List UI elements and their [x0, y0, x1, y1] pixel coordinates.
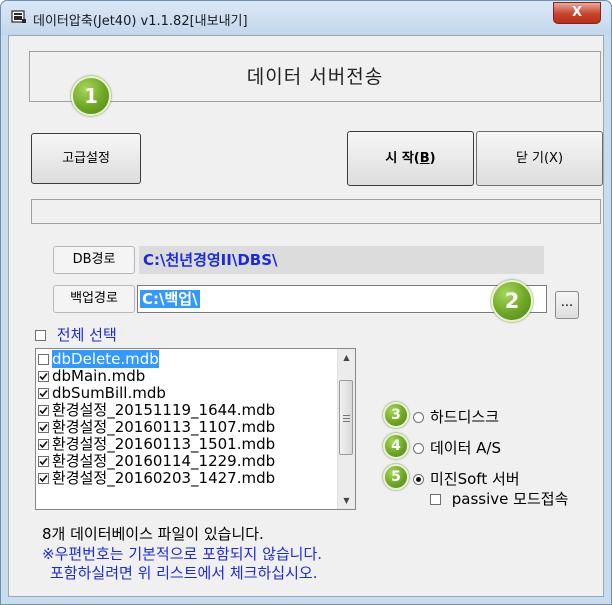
- file-name: 환경설정_20160114_1229.mdb: [52, 452, 276, 470]
- select-all-checkbox[interactable]: 전체 선택: [35, 324, 117, 345]
- file-checkbox[interactable]: [38, 473, 49, 484]
- page-title: 데이터 서버전송: [246, 66, 384, 88]
- step-badge-4: 4: [383, 433, 409, 459]
- step-badge-5: 5: [383, 464, 409, 490]
- checkmark-icon: [39, 372, 48, 381]
- close-icon: X: [571, 5, 583, 20]
- scroll-up-icon[interactable]: ▲: [338, 349, 355, 366]
- destination-label: 미진Soft 서버: [430, 470, 520, 488]
- file-name: 환경설정_20151119_1644.mdb: [52, 401, 276, 419]
- window-title: 데이터압축(Jet40) v1.1.82[내보내기]: [33, 14, 248, 29]
- app-icon: [11, 10, 26, 23]
- scroll-thumb[interactable]: [339, 380, 353, 455]
- list-item[interactable]: dbDelete.mdb: [38, 350, 335, 368]
- file-checkbox[interactable]: [38, 388, 49, 399]
- checkmark-icon: [39, 406, 48, 415]
- radio-button[interactable]: [413, 474, 424, 485]
- title-bar[interactable]: 데이터압축(Jet40) v1.1.82[내보내기] X: [1, 1, 611, 35]
- file-name: 환경설정_20160113_1501.mdb: [52, 435, 276, 453]
- list-item[interactable]: 환경설정_20151119_1644.mdb: [38, 402, 335, 418]
- backup-path-input[interactable]: C:\백업\: [137, 285, 547, 313]
- passive-mode-checkbox[interactable]: passive 모드접속: [430, 488, 568, 509]
- list-scrollbar[interactable]: ▲ ▼: [337, 349, 355, 509]
- file-checkbox[interactable]: [38, 439, 49, 450]
- checkmark-icon: [39, 474, 48, 483]
- destination-option[interactable]: 데이터 A/S: [413, 437, 501, 458]
- radio-button[interactable]: [413, 443, 424, 454]
- destination-option[interactable]: 미진Soft 서버: [413, 468, 520, 489]
- advanced-settings-button[interactable]: 고급설정: [31, 133, 141, 184]
- backup-path-button[interactable]: 백업경로: [53, 285, 135, 313]
- close-button[interactable]: 닫 기(X): [476, 131, 603, 186]
- file-checkbox[interactable]: [38, 371, 49, 382]
- header-panel: 데이터 서버전송: [29, 51, 601, 102]
- file-count-text: 8개 데이터베이스 파일이 있습니다.: [42, 525, 264, 543]
- checkmark-icon: [39, 389, 48, 398]
- radio-button[interactable]: [413, 412, 424, 423]
- list-item[interactable]: 환경설정_20160113_1501.mdb: [38, 436, 335, 452]
- window-close-button[interactable]: X: [553, 2, 601, 24]
- destination-option[interactable]: 하드디스크: [413, 406, 499, 427]
- file-checkbox[interactable]: [38, 422, 49, 433]
- destination-label: 하드디스크: [430, 408, 500, 426]
- file-name: dbDelete.mdb: [52, 350, 159, 368]
- dialog-body: 데이터 서버전송 1 고급설정 시 작(B) 닫 기(X) DB경로 C:\천년…: [8, 35, 604, 597]
- passive-mode-label: passive 모드접속: [451, 490, 569, 508]
- list-item[interactable]: dbSumBill.mdb: [38, 385, 335, 401]
- file-name: 환경설정_20160203_1427.mdb: [52, 469, 276, 487]
- file-checkbox[interactable]: [38, 405, 49, 416]
- file-name: 환경설정_20160113_1107.mdb: [52, 418, 276, 436]
- step-badge-2: 2: [491, 280, 533, 322]
- checkbox[interactable]: [430, 494, 441, 505]
- notice-text-2: 포함하실려면 위 리스트에서 체크하십시오.: [50, 564, 318, 582]
- start-button[interactable]: 시 작(B): [347, 131, 474, 186]
- step-badge-3: 3: [383, 402, 409, 428]
- list-item[interactable]: 환경설정_20160113_1107.mdb: [38, 419, 335, 435]
- list-item[interactable]: 환경설정_20160203_1427.mdb: [38, 470, 335, 486]
- file-checkbox[interactable]: [38, 456, 49, 467]
- list-item[interactable]: dbMain.mdb: [38, 368, 335, 384]
- step-badge-1: 1: [71, 76, 111, 116]
- destination-label: 데이터 A/S: [430, 439, 502, 457]
- notice-text: ※우편번호는 기본적으로 포함되지 않습니다.: [42, 545, 323, 563]
- checkmark-icon: [39, 423, 48, 432]
- checkbox[interactable]: [35, 330, 46, 341]
- checkmark-icon: [39, 457, 48, 466]
- file-name: dbSumBill.mdb: [52, 384, 166, 402]
- db-path-field: C:\천년경영II\DBS\: [139, 246, 544, 274]
- file-checkbox[interactable]: [38, 354, 49, 365]
- file-list[interactable]: dbDelete.mdb dbMain.mdb dbSumBill.mdb 환경설정_…: [35, 348, 356, 510]
- list-item[interactable]: 환경설정_20160114_1229.mdb: [38, 453, 335, 469]
- file-name: dbMain.mdb: [52, 367, 146, 385]
- checkmark-icon: [39, 440, 48, 449]
- browse-button[interactable]: ...: [555, 291, 579, 319]
- scroll-down-icon[interactable]: ▼: [338, 492, 355, 509]
- db-path-button[interactable]: DB경로: [53, 246, 135, 274]
- app-window: 데이터압축(Jet40) v1.1.82[내보내기] X 데이터 서버전송 1 …: [0, 0, 612, 605]
- select-all-label: 전체 선택: [56, 326, 117, 344]
- progress-bar: [31, 199, 601, 224]
